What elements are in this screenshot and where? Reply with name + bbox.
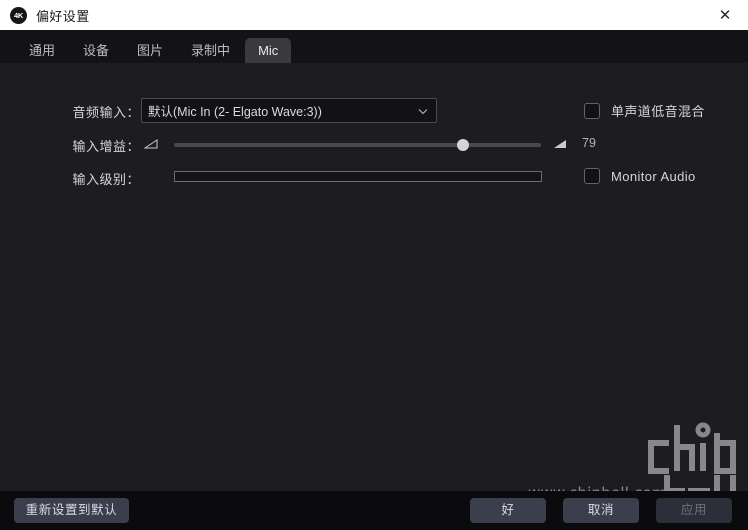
tab-bar: 通用 设备 图片 录制中 Mic	[0, 30, 748, 63]
input-level-meter	[174, 171, 542, 182]
volume-low-icon	[143, 137, 159, 149]
mono-bass-mix-checkbox[interactable]	[584, 102, 600, 119]
audio-input-select[interactable]: 默认(Mic In (2- Elgato Wave:3))	[141, 98, 437, 123]
preferences-window: 4K 偏好设置 ✕ 通用 设备 图片 录制中 Mic 音频输入： 默认(Mic …	[0, 0, 748, 530]
audio-input-label: 音频输入：	[72, 104, 140, 120]
monitor-audio-option[interactable]: Monitor Audio	[584, 168, 696, 184]
cancel-button[interactable]: 取消	[563, 498, 639, 523]
volume-high-icon	[553, 137, 568, 149]
ok-button[interactable]: 好	[470, 498, 546, 523]
tab-mic[interactable]: Mic	[245, 38, 292, 63]
window-title: 偏好设置	[36, 8, 90, 24]
mono-bass-mix-option[interactable]: 单声道低音混合	[584, 101, 705, 120]
chevron-down-icon	[418, 106, 428, 115]
reset-to-default-button[interactable]: 重新设置到默认	[14, 498, 129, 523]
monitor-audio-checkbox[interactable]	[584, 168, 600, 184]
input-level-label: 输入级别：	[72, 171, 140, 187]
dialog-button-bar: 重新设置到默认 好 取消 应用	[0, 491, 748, 530]
tab-device[interactable]: 设备	[70, 38, 122, 63]
tab-general[interactable]: 通用	[16, 38, 68, 63]
input-gain-slider-thumb[interactable]	[457, 139, 469, 151]
titlebar: 4K 偏好设置 ✕	[0, 0, 748, 30]
input-gain-slider[interactable]	[174, 139, 541, 151]
input-gain-value: 79	[582, 136, 596, 150]
monitor-audio-label: Monitor Audio	[611, 168, 696, 184]
audio-input-value: 默认(Mic In (2- Elgato Wave:3))	[148, 105, 322, 119]
tab-recording[interactable]: 录制中	[178, 38, 243, 63]
input-gain-row: 输入增益： 79	[0, 132, 748, 158]
mono-bass-mix-label: 单声道低音混合	[611, 104, 705, 119]
tab-image[interactable]: 图片	[124, 38, 176, 63]
close-icon[interactable]: ✕	[702, 0, 748, 30]
apply-button[interactable]: 应用	[656, 498, 732, 523]
input-gain-label: 输入增益：	[72, 138, 140, 154]
mic-settings-panel: 音频输入： 默认(Mic In (2- Elgato Wave:3)) 输入增益…	[0, 63, 748, 491]
app-logo-icon: 4K	[10, 6, 27, 24]
